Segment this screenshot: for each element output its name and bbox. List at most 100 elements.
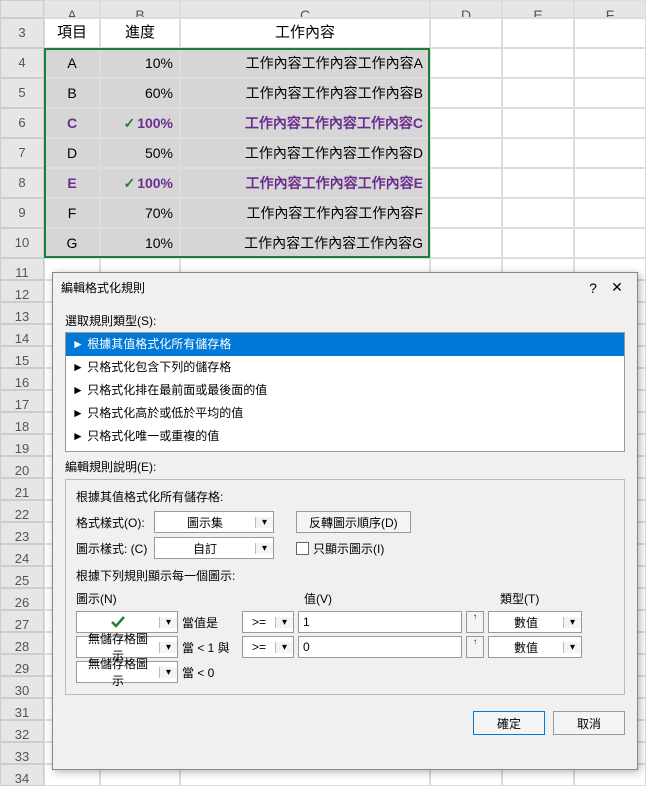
row-header[interactable]: 19: [0, 434, 44, 456]
chevron-down-icon[interactable]: ▾: [255, 543, 273, 554]
col-header-e[interactable]: E: [502, 0, 574, 18]
dialog-titlebar[interactable]: 編輯格式化規則 ? ✕: [53, 273, 637, 302]
rule-type-list[interactable]: ► 根據其值格式化所有儲存格► 只格式化包含下列的儲存格► 只格式化排在最前面或…: [65, 332, 625, 452]
cell[interactable]: [502, 198, 574, 228]
cell[interactable]: ✓100%: [100, 108, 180, 138]
cell[interactable]: 工作內容工作內容工作內容F: [180, 198, 430, 228]
row-header[interactable]: 10: [0, 228, 44, 258]
cell[interactable]: 60%: [100, 78, 180, 108]
cell[interactable]: C: [44, 108, 100, 138]
row-header[interactable]: 21: [0, 478, 44, 500]
cell[interactable]: 70%: [100, 198, 180, 228]
cell[interactable]: ✓100%: [100, 168, 180, 198]
row-header[interactable]: 23: [0, 522, 44, 544]
row-header[interactable]: 34: [0, 764, 44, 786]
row-header[interactable]: 25: [0, 566, 44, 588]
cell[interactable]: [430, 108, 502, 138]
type-combo[interactable]: 數值▾: [488, 611, 582, 633]
cell[interactable]: [430, 138, 502, 168]
rule-type-item[interactable]: ► 只格式化唯一或重複的值: [66, 425, 624, 448]
chevron-down-icon[interactable]: ▾: [159, 617, 177, 628]
cell[interactable]: [502, 18, 574, 48]
ok-button[interactable]: 確定: [473, 711, 545, 735]
row-header[interactable]: 11: [0, 258, 44, 280]
help-button[interactable]: ?: [581, 280, 605, 296]
cell[interactable]: [574, 168, 646, 198]
row-header[interactable]: 5: [0, 78, 44, 108]
row-header[interactable]: 32: [0, 720, 44, 742]
row-header[interactable]: 12: [0, 280, 44, 302]
col-header-c[interactable]: C: [180, 0, 430, 18]
cell[interactable]: E: [44, 168, 100, 198]
cell[interactable]: [574, 48, 646, 78]
cell[interactable]: 50%: [100, 138, 180, 168]
cell[interactable]: 工作內容工作內容工作內容B: [180, 78, 430, 108]
select-all-corner[interactable]: [0, 0, 44, 18]
cell[interactable]: 工作內容工作內容工作內容C: [180, 108, 430, 138]
close-button[interactable]: ✕: [605, 279, 629, 296]
cell[interactable]: [502, 108, 574, 138]
cell[interactable]: 10%: [100, 228, 180, 258]
rule-type-item[interactable]: ► 只格式化高於或低於平均的值: [66, 402, 624, 425]
cell[interactable]: [430, 78, 502, 108]
row-header[interactable]: 33: [0, 742, 44, 764]
chevron-down-icon[interactable]: ▾: [255, 517, 273, 528]
cell[interactable]: 項目: [44, 18, 100, 48]
cell[interactable]: [430, 48, 502, 78]
chevron-down-icon[interactable]: ▾: [159, 642, 177, 653]
cell[interactable]: [430, 228, 502, 258]
rule-type-item[interactable]: ► 只格式化排在最前面或最後面的值: [66, 379, 624, 402]
chevron-down-icon[interactable]: ▾: [159, 667, 177, 678]
row-header[interactable]: 31: [0, 698, 44, 720]
cell[interactable]: [574, 78, 646, 108]
cell[interactable]: G: [44, 228, 100, 258]
row-header[interactable]: 16: [0, 368, 44, 390]
reverse-icon-order-button[interactable]: 反轉圖示順序(D): [296, 511, 411, 533]
chevron-down-icon[interactable]: ▾: [563, 617, 581, 628]
row-header[interactable]: 22: [0, 500, 44, 522]
cell[interactable]: [574, 18, 646, 48]
show-icon-only-checkbox[interactable]: 只顯示圖示(I): [296, 540, 384, 557]
cell[interactable]: [502, 48, 574, 78]
col-header-d[interactable]: D: [430, 0, 502, 18]
row-header[interactable]: 29: [0, 654, 44, 676]
cell[interactable]: 10%: [100, 48, 180, 78]
rule-type-item[interactable]: ► 根據其值格式化所有儲存格: [66, 333, 624, 356]
cell[interactable]: 工作內容: [180, 18, 430, 48]
rule-type-item[interactable]: ► 使用公式來決定要格式化哪些儲存格: [66, 448, 624, 452]
row-header[interactable]: 9: [0, 198, 44, 228]
row-header[interactable]: 18: [0, 412, 44, 434]
row-header[interactable]: 15: [0, 346, 44, 368]
cell[interactable]: 進度: [100, 18, 180, 48]
cell[interactable]: [574, 108, 646, 138]
cell[interactable]: 工作內容工作內容工作內容A: [180, 48, 430, 78]
row-header[interactable]: 7: [0, 138, 44, 168]
operator-combo[interactable]: >=▾: [242, 636, 294, 658]
chevron-down-icon[interactable]: ▾: [275, 642, 293, 653]
cell[interactable]: [430, 168, 502, 198]
col-header-b[interactable]: B: [100, 0, 180, 18]
cell[interactable]: [502, 78, 574, 108]
icon-combo[interactable]: 無儲存格圖示▾: [76, 661, 178, 683]
row-header[interactable]: 13: [0, 302, 44, 324]
row-header[interactable]: 4: [0, 48, 44, 78]
cell[interactable]: [430, 18, 502, 48]
type-combo[interactable]: 數值▾: [488, 636, 582, 658]
cell[interactable]: [502, 168, 574, 198]
col-header-f[interactable]: F: [574, 0, 646, 18]
value-input[interactable]: [298, 611, 462, 633]
cell[interactable]: [430, 198, 502, 228]
cell[interactable]: [574, 198, 646, 228]
row-header[interactable]: 27: [0, 610, 44, 632]
cell[interactable]: [502, 228, 574, 258]
row-header[interactable]: 14: [0, 324, 44, 346]
row-header[interactable]: 28: [0, 632, 44, 654]
cell[interactable]: A: [44, 48, 100, 78]
chevron-down-icon[interactable]: ▾: [563, 642, 581, 653]
cell[interactable]: 工作內容工作內容工作內容G: [180, 228, 430, 258]
value-input[interactable]: [298, 636, 462, 658]
row-header[interactable]: 3: [0, 18, 44, 48]
cell[interactable]: [574, 138, 646, 168]
cell[interactable]: F: [44, 198, 100, 228]
cell[interactable]: 工作內容工作內容工作內容D: [180, 138, 430, 168]
